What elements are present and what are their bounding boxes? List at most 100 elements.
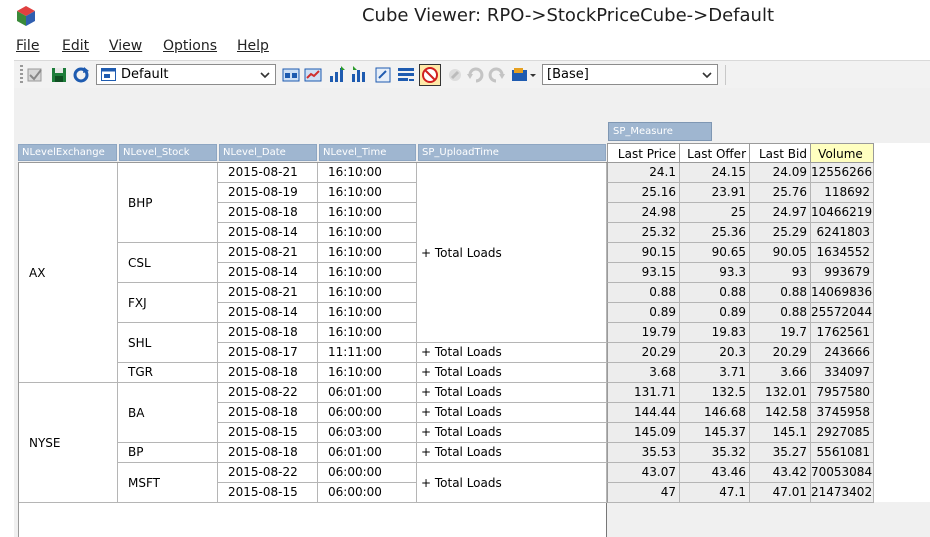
data-cell[interactable]: 43.46	[680, 463, 750, 483]
data-cell[interactable]: 19.7	[750, 323, 811, 343]
upload-time-cell[interactable]: + Total Loads	[417, 463, 607, 503]
menu-options[interactable]: Options	[163, 38, 217, 54]
sandbox-menu-icon[interactable]	[511, 66, 537, 84]
data-cell[interactable]: 25.76	[750, 183, 811, 203]
stock-cell[interactable]: FXJ	[118, 283, 218, 323]
stock-cell[interactable]: SHL	[118, 323, 218, 363]
data-cell[interactable]: 25572044	[811, 303, 874, 323]
data-cell[interactable]: 25	[680, 203, 750, 223]
upload-time-cell[interactable]: + Total Loads	[417, 443, 607, 463]
data-cell[interactable]: 132.01	[750, 383, 811, 403]
time-cell[interactable]: 16:10:00	[318, 183, 417, 203]
upload-time-cell[interactable]: + Total Loads	[417, 403, 607, 423]
data-cell[interactable]: 334097	[811, 363, 874, 383]
row-dimension-nlevel-date[interactable]: NLevel_Date	[219, 144, 317, 161]
data-cell[interactable]: 90.15	[607, 243, 680, 263]
data-cell[interactable]: 118692	[811, 183, 874, 203]
data-cell[interactable]: 145.1	[750, 423, 811, 443]
date-cell[interactable]: 2015-08-17	[218, 343, 318, 363]
toolbar-grip[interactable]	[20, 65, 23, 85]
data-cell[interactable]: 7957580	[811, 383, 874, 403]
upload-time-cell[interactable]: + Total Loads	[417, 163, 607, 343]
time-cell[interactable]: 06:01:00	[318, 443, 417, 463]
row-dimension-nlevel-time[interactable]: NLevel_Time	[319, 144, 416, 161]
time-cell[interactable]: 16:10:00	[318, 163, 417, 183]
undo-icon[interactable]	[466, 66, 484, 84]
column-header-last-price[interactable]: Last Price	[607, 143, 680, 163]
menu-view[interactable]: View	[109, 38, 142, 54]
data-cell[interactable]: 25.16	[607, 183, 680, 203]
data-cell[interactable]: 35.27	[750, 443, 811, 463]
data-cell[interactable]: 93.3	[680, 263, 750, 283]
time-cell[interactable]: 16:10:00	[318, 203, 417, 223]
date-cell[interactable]: 2015-08-15	[218, 423, 318, 443]
data-cell[interactable]: 35.32	[680, 443, 750, 463]
data-cell[interactable]: 24.1	[607, 163, 680, 183]
data-cell[interactable]: 6241803	[811, 223, 874, 243]
expand-rows-icon[interactable]	[328, 66, 346, 84]
date-cell[interactable]: 2015-08-21	[218, 243, 318, 263]
data-cell[interactable]: 2927085	[811, 423, 874, 443]
data-cell[interactable]: 0.88	[607, 283, 680, 303]
data-cell[interactable]: 20.29	[607, 343, 680, 363]
time-cell[interactable]: 16:10:00	[318, 303, 417, 323]
row-dimension-sp-uploadtime[interactable]: SP_UploadTime	[418, 144, 606, 161]
chart-view-icon[interactable]	[304, 66, 322, 84]
data-cell[interactable]: 132.5	[680, 383, 750, 403]
data-cell[interactable]: 93.15	[607, 263, 680, 283]
stock-cell[interactable]: BHP	[118, 163, 218, 243]
data-cell[interactable]: 146.68	[680, 403, 750, 423]
date-cell[interactable]: 2015-08-22	[218, 383, 318, 403]
exchange-cell[interactable]: AX	[19, 163, 118, 383]
date-cell[interactable]: 2015-08-18	[218, 403, 318, 423]
no-automatic-recalc-icon[interactable]	[419, 64, 441, 86]
data-cell[interactable]: 144.44	[607, 403, 680, 423]
data-cell[interactable]: 0.88	[750, 303, 811, 323]
upload-time-cell[interactable]: + Total Loads	[417, 363, 607, 383]
data-cell[interactable]: 10466219	[811, 203, 874, 223]
data-cell[interactable]: 25.36	[680, 223, 750, 243]
date-cell[interactable]: 2015-08-18	[218, 443, 318, 463]
data-cell[interactable]: 3.66	[750, 363, 811, 383]
data-cell[interactable]: 1634552	[811, 243, 874, 263]
data-cell[interactable]: 145.09	[607, 423, 680, 443]
date-cell[interactable]: 2015-08-21	[218, 163, 318, 183]
data-cell[interactable]: 47.01	[750, 483, 811, 503]
exchange-cell[interactable]: NYSE	[19, 383, 118, 503]
recalculate-check-icon[interactable]	[26, 66, 44, 84]
data-cell[interactable]: 43.07	[607, 463, 680, 483]
time-cell[interactable]: 16:10:00	[318, 283, 417, 303]
time-cell[interactable]: 16:10:00	[318, 243, 417, 263]
row-dimension-nlevelexchange[interactable]: NLevelExchange	[18, 144, 117, 161]
upload-time-cell[interactable]: + Total Loads	[417, 343, 607, 363]
data-cell[interactable]: 43.42	[750, 463, 811, 483]
data-cell[interactable]: 20.29	[750, 343, 811, 363]
data-cell[interactable]: 70053084	[811, 463, 874, 483]
data-cell[interactable]: 90.65	[680, 243, 750, 263]
data-cell[interactable]: 14069836	[811, 283, 874, 303]
date-cell[interactable]: 2015-08-14	[218, 223, 318, 243]
time-cell[interactable]: 16:10:00	[318, 363, 417, 383]
edit-icon[interactable]	[374, 66, 392, 84]
data-cell[interactable]: 25.29	[750, 223, 811, 243]
stock-cell[interactable]: CSL	[118, 243, 218, 283]
data-cell[interactable]: 3.68	[607, 363, 680, 383]
column-header-volume[interactable]: Volume	[811, 143, 874, 163]
data-cell[interactable]: 0.89	[607, 303, 680, 323]
upload-time-cell[interactable]: + Total Loads	[417, 383, 607, 403]
column-dimension-sp-measure[interactable]: SP_Measure	[608, 122, 712, 141]
expand-columns-icon[interactable]	[350, 66, 368, 84]
date-cell[interactable]: 2015-08-18	[218, 363, 318, 383]
stock-cell[interactable]: MSFT	[118, 463, 218, 503]
data-cell[interactable]: 0.89	[680, 303, 750, 323]
time-cell[interactable]: 06:01:00	[318, 383, 417, 403]
data-cell[interactable]: 142.58	[750, 403, 811, 423]
view-select[interactable]: Default	[96, 64, 276, 85]
spread-icon[interactable]	[446, 66, 464, 84]
data-cell[interactable]: 5561081	[811, 443, 874, 463]
refresh-icon[interactable]	[72, 66, 90, 84]
data-cell[interactable]: 0.88	[680, 283, 750, 303]
data-cell[interactable]: 93	[750, 263, 811, 283]
time-cell[interactable]: 06:03:00	[318, 423, 417, 443]
data-cell[interactable]: 3.71	[680, 363, 750, 383]
